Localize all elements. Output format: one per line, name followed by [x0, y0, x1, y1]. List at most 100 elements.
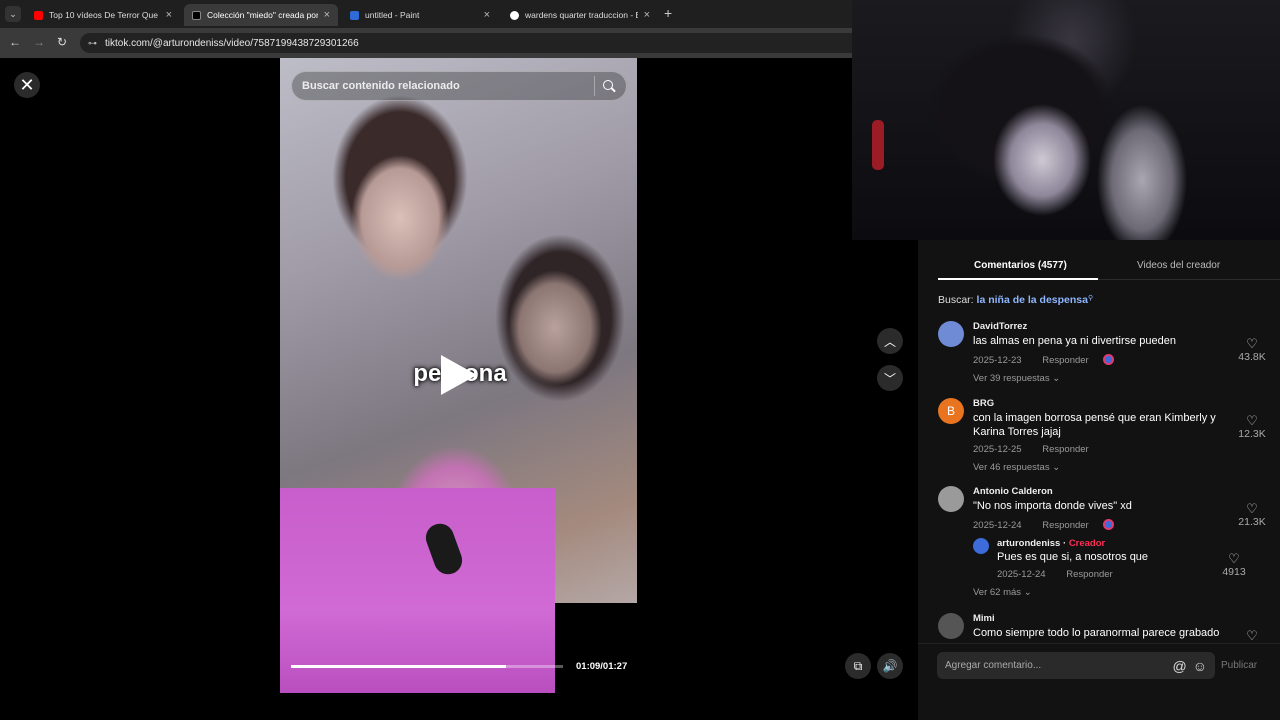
avatar[interactable] [938, 321, 964, 347]
comment-item: B BRG con la imagen borrosa pensé que er… [938, 398, 1268, 478]
video-letterbox [555, 603, 637, 693]
panel-tabs: Comentarios (4577) Videos del creador [938, 252, 1280, 280]
separator: · [1060, 538, 1069, 549]
comment-date: 2025-12-23 [973, 355, 1022, 366]
like-count: 43.8K [1238, 351, 1266, 363]
tiktok-favicon-icon [192, 10, 201, 20]
like-button[interactable]: ♡ [1234, 629, 1268, 643]
comment-meta: 2025-12-24 Responder [997, 569, 1113, 580]
reply-button[interactable]: Responder [1042, 444, 1088, 455]
next-video-button[interactable]: ﹀ [877, 365, 903, 391]
like-button[interactable]: ♡ 4913 [1216, 552, 1252, 579]
paint-favicon-icon [350, 10, 359, 20]
browser-tab-tiktok[interactable]: Colección "miedo" creada por × [184, 4, 338, 26]
browser-tab-bar: ⌄ Top 10 vídeos De Terror Que N × Colecc… [0, 0, 852, 28]
site-info-icon[interactable]: ⊶ [88, 38, 97, 49]
heart-icon: ♡ [1246, 413, 1258, 428]
progress-bar[interactable] [291, 665, 563, 668]
play-icon[interactable] [441, 355, 477, 395]
heart-icon: ♡ [1246, 628, 1258, 643]
reply-button[interactable]: Responder [1042, 520, 1088, 531]
comment-date: 2025-12-24 [973, 520, 1022, 531]
mention-icon[interactable]: @ [1172, 658, 1186, 674]
avatar[interactable] [938, 613, 964, 639]
creator-liked-badge-icon [1103, 354, 1115, 365]
search-label: Buscar: [938, 294, 974, 306]
reload-icon[interactable]: ↻ [57, 35, 67, 49]
tab-title: Colección "miedo" creada por [207, 10, 318, 20]
google-favicon-icon [510, 10, 519, 20]
previous-video-button[interactable]: ︿ [877, 328, 903, 354]
headset-image [872, 120, 884, 170]
tab-title: wardens quarter traduccion - B [525, 10, 638, 20]
new-tab-button[interactable]: + [664, 5, 672, 21]
close-tab-icon[interactable]: × [324, 9, 330, 21]
heart-icon: ♡ [1246, 501, 1258, 516]
heart-icon: ♡ [1246, 336, 1258, 351]
publish-button[interactable]: Publicar [1221, 660, 1257, 671]
avatar[interactable] [973, 538, 989, 554]
close-tab-icon[interactable]: × [166, 9, 172, 21]
avatar[interactable] [938, 486, 964, 512]
comment-text: las almas en pena ya ni divertirse puede… [973, 335, 1177, 347]
tab-creator-videos[interactable]: Videos del creador [1137, 260, 1220, 271]
url-text: tiktok.com/@arturondeniss/video/75871994… [105, 37, 359, 49]
related-search-bar[interactable]: Buscar contenido relacionado [291, 71, 627, 101]
like-count: 4913 [1222, 566, 1246, 578]
search-query-link[interactable]: la niña de la despensa [977, 294, 1088, 306]
tab-search-icon[interactable]: ⌄ [5, 6, 21, 22]
comment-search-suggestion[interactable]: Buscar: la niña de la despensa⚲ [938, 294, 1093, 306]
creator-reply: arturondeniss · Creador Pues es que si, … [973, 538, 1268, 583]
view-replies-button[interactable]: Ver 62 más ⌄ [973, 587, 1032, 598]
browser-tab-google[interactable]: wardens quarter traduccion - B × [502, 4, 658, 26]
comment-username[interactable]: Mimi [973, 613, 995, 624]
close-button[interactable]: ✕ [14, 72, 40, 98]
avatar[interactable]: B [938, 398, 964, 424]
reply-author: arturondeniss · Creador [997, 538, 1105, 549]
reply-text: Pues es que si, a nosotros que [997, 551, 1149, 563]
video-frame-overlay [280, 488, 555, 693]
comment-meta: 2025-12-23 Responder [973, 354, 1115, 366]
view-replies-button[interactable]: Ver 46 respuestas ⌄ [973, 462, 1060, 473]
comment-date: 2025-12-24 [997, 569, 1046, 580]
comment-meta: 2025-12-24 Responder [973, 519, 1115, 531]
browser-tab-paint[interactable]: untitled - Paint × [342, 4, 498, 26]
comment-username[interactable]: DavidTorrez [973, 321, 1027, 332]
comment-meta: 2025-12-25 Responder [973, 444, 1089, 455]
browser-tab-youtube[interactable]: Top 10 vídeos De Terror Que N × [26, 4, 180, 26]
tab-title: untitled - Paint [365, 10, 420, 20]
view-replies-button[interactable]: Ver 39 respuestas ⌄ [973, 373, 1060, 384]
youtube-favicon-icon [34, 10, 43, 20]
related-search-input[interactable]: Buscar contenido relacionado [302, 80, 594, 92]
close-tab-icon[interactable]: × [644, 9, 650, 21]
emoji-icon[interactable]: ☺ [1193, 658, 1207, 674]
pip-icon[interactable]: ⧉ [845, 653, 871, 679]
back-arrow-icon[interactable]: ← [9, 35, 21, 49]
search-icon[interactable] [603, 79, 616, 93]
comment-item: DavidTorrez las almas en pena ya ni dive… [938, 321, 1268, 391]
comment-username[interactable]: BRG [973, 398, 994, 409]
volume-icon[interactable]: 🔊 [877, 653, 903, 679]
address-bar[interactable]: ⊶ tiktok.com/@arturondeniss/video/758719… [80, 33, 852, 53]
progress-fill [291, 665, 506, 668]
reply-button[interactable]: Responder [1042, 355, 1088, 366]
comment-text: Como siempre todo lo paranormal parece g… [973, 627, 1220, 639]
tab-comments[interactable]: Comentarios (4577) [974, 260, 1067, 271]
comment-date: 2025-12-25 [973, 444, 1022, 455]
creator-badge: Creador [1068, 538, 1106, 549]
search-icon: ⚲ [1088, 295, 1094, 302]
forward-arrow-icon[interactable]: → [33, 35, 45, 49]
comment-input[interactable]: Agregar comentario... @ ☺ [937, 652, 1215, 679]
like-button[interactable]: ♡ 21.3K [1234, 501, 1270, 529]
comment-text: con la imagen borrosa pensé que eran Kim… [973, 412, 1216, 438]
reply-button[interactable]: Responder [1066, 569, 1112, 580]
comment-input-placeholder: Agregar comentario... [945, 660, 1042, 671]
close-tab-icon[interactable]: × [484, 9, 490, 21]
comment-item: Mimi Como siempre todo lo paranormal par… [938, 613, 1268, 643]
tab-title: Top 10 vídeos De Terror Que N [49, 10, 160, 20]
like-button[interactable]: ♡ 12.3K [1234, 413, 1270, 441]
like-button[interactable]: ♡ 43.8K [1234, 336, 1270, 364]
comment-item: Antonio Calderon "No nos importa donde v… [938, 486, 1268, 601]
comment-username[interactable]: Antonio Calderon [973, 486, 1053, 497]
reply-username[interactable]: arturondeniss [997, 538, 1060, 549]
